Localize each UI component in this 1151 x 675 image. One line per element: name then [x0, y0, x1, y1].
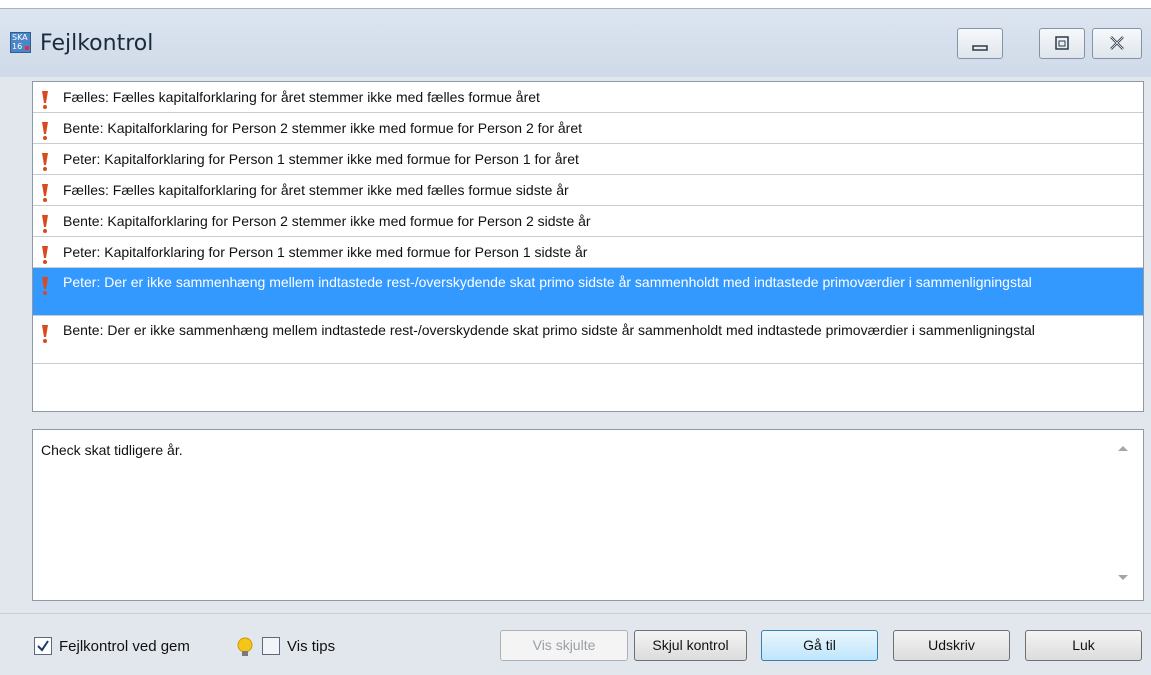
error-text: Peter: Der er ikke sammenhæng mellem ind…	[63, 274, 1032, 290]
list-item-selected[interactable]: Peter: Der er ikke sammenhæng mellem ind…	[33, 268, 1143, 316]
warning-icon	[42, 277, 48, 295]
error-text: Bente: Kapitalforklaring for Person 2 st…	[63, 213, 591, 229]
error-check-window: SKA 16 Fejlkontrol Fælles: Fælles kapital…	[0, 8, 1151, 675]
window-title: Fejlkontrol	[40, 31, 154, 56]
warning-icon	[42, 246, 48, 264]
error-text: Bente: Kapitalforklaring for Person 2 st…	[63, 120, 583, 136]
hide-check-button[interactable]: Skjul kontrol	[634, 630, 747, 661]
error-list[interactable]: Fælles: Fælles kapitalforklaring for åre…	[32, 81, 1144, 412]
minimize-button[interactable]	[957, 28, 1003, 59]
list-item[interactable]: Bente: Kapitalforklaring for Person 2 st…	[33, 206, 1143, 237]
list-item[interactable]: Fælles: Fælles kapitalforklaring for åre…	[33, 175, 1143, 206]
footer-divider	[0, 613, 1151, 614]
checkmark-icon	[37, 640, 49, 652]
detail-text: Check skat tidligere år.	[41, 442, 183, 458]
close-icon	[1110, 36, 1124, 50]
error-text: Fælles: Fælles kapitalforklaring for åre…	[63, 89, 540, 105]
warning-icon	[42, 153, 48, 171]
close-window-button[interactable]	[1092, 28, 1142, 59]
check-on-save-checkbox[interactable]	[34, 637, 52, 655]
list-item[interactable]: Bente: Kapitalforklaring for Person 2 st…	[33, 113, 1143, 144]
scroll-down-icon[interactable]	[1117, 574, 1129, 582]
show-tips-checkbox[interactable]	[262, 637, 280, 655]
list-item[interactable]: Fælles: Fælles kapitalforklaring for åre…	[33, 82, 1143, 113]
minimize-icon	[972, 45, 988, 51]
check-on-save-label: Fejlkontrol ved gem	[59, 638, 190, 655]
app-logo-icon: SKA 16	[10, 32, 31, 53]
maximize-button[interactable]	[1039, 28, 1085, 59]
error-text: Bente: Der er ikke sammenhæng mellem ind…	[63, 322, 1035, 338]
error-text: Peter: Kapitalforklaring for Person 1 st…	[63, 151, 579, 167]
print-button[interactable]: Udskriv	[893, 630, 1010, 661]
goto-button[interactable]: Gå til	[761, 630, 878, 661]
warning-icon	[42, 325, 48, 343]
error-text: Peter: Kapitalforklaring for Person 1 st…	[63, 244, 588, 260]
warning-icon	[42, 91, 48, 109]
list-item[interactable]: Peter: Kapitalforklaring for Person 1 st…	[33, 237, 1143, 268]
warning-icon	[42, 215, 48, 233]
detail-textbox[interactable]: Check skat tidligere år.	[32, 429, 1144, 601]
list-item[interactable]: Bente: Der er ikke sammenhæng mellem ind…	[33, 316, 1143, 364]
error-text: Fælles: Fælles kapitalforklaring for åre…	[63, 182, 569, 198]
close-button[interactable]: Luk	[1025, 630, 1142, 661]
show-tips-label: Vis tips	[287, 638, 336, 655]
scroll-up-icon[interactable]	[1117, 444, 1129, 452]
title-bar: SKA 16 Fejlkontrol	[0, 9, 1151, 77]
warning-icon	[42, 122, 48, 140]
lightbulb-icon	[237, 637, 253, 656]
show-hidden-button[interactable]: Vis skjulte	[500, 630, 628, 661]
list-item[interactable]: Peter: Kapitalforklaring for Person 1 st…	[33, 144, 1143, 175]
maximize-icon	[1055, 36, 1069, 50]
warning-icon	[42, 184, 48, 202]
